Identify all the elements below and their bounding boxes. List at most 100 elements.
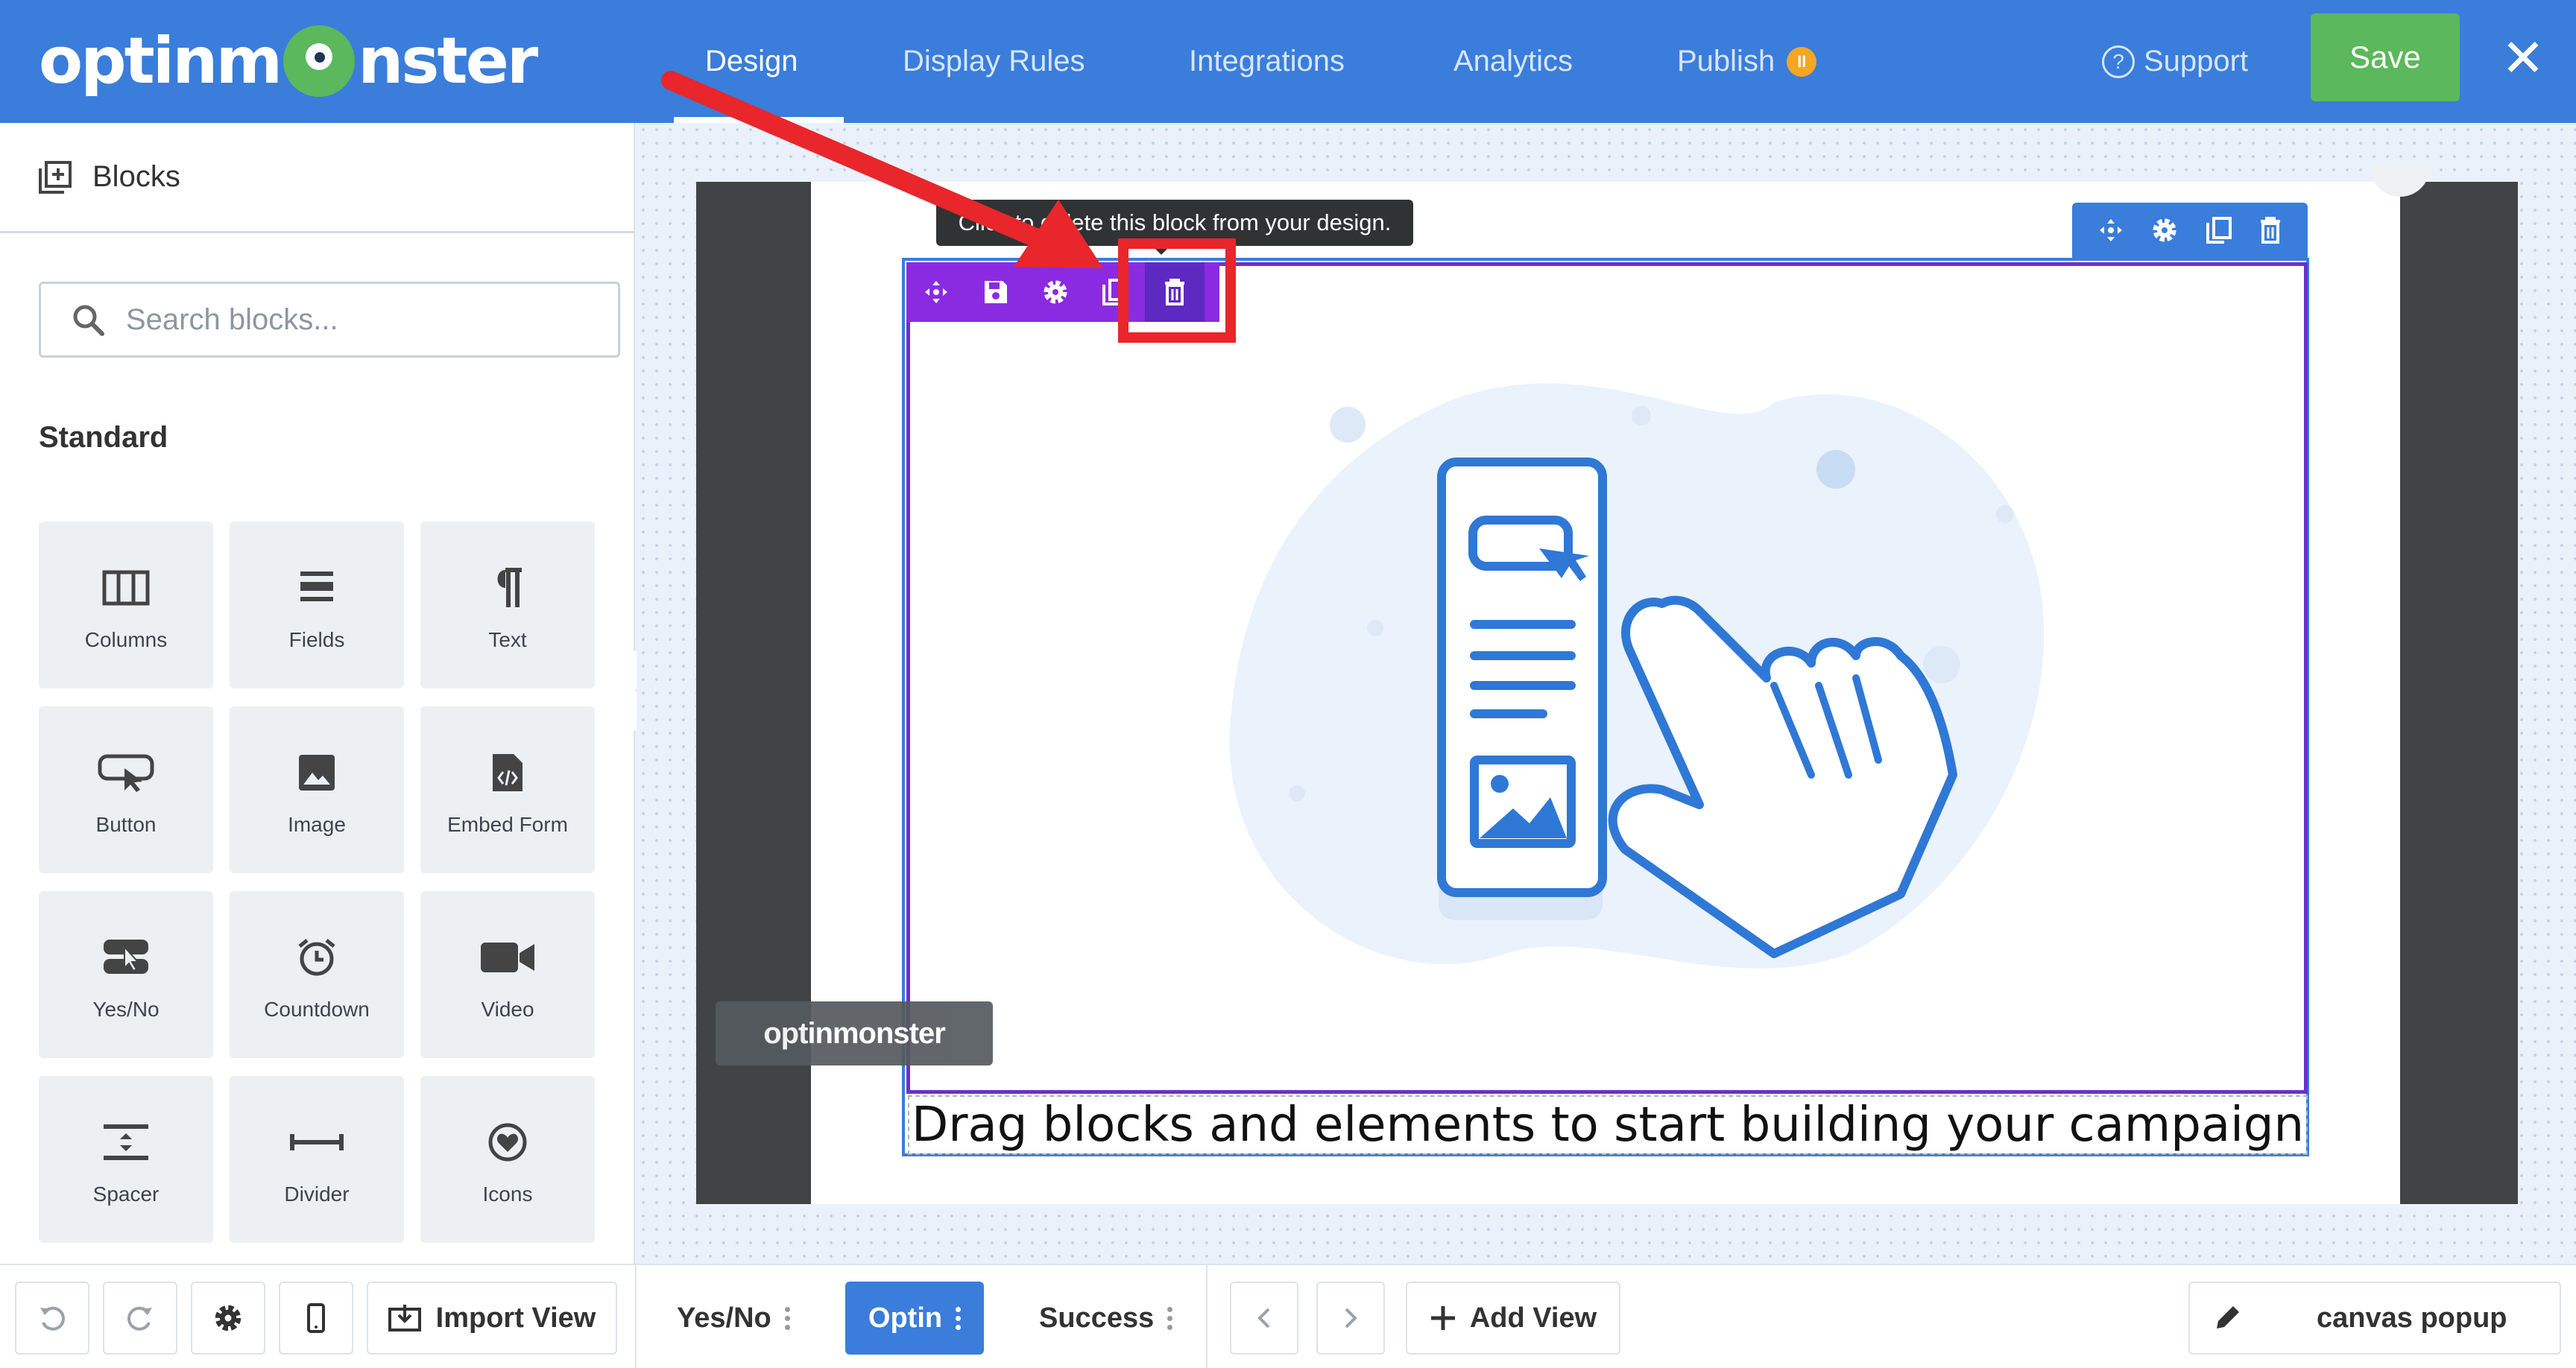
- pencil-icon: [2217, 1306, 2239, 1329]
- search-blocks-field[interactable]: [39, 282, 620, 358]
- view-tab-label: Success: [1039, 1302, 1155, 1334]
- view-tab-optin[interactable]: Optin: [845, 1282, 984, 1355]
- bottom-bar: Import View Yes/No Optin Success Add Vie…: [0, 1264, 2576, 1368]
- block-label: Countdown: [264, 998, 370, 1021]
- tab-analytics[interactable]: Analytics: [1453, 0, 1573, 123]
- chevron-right-icon: [1345, 1308, 1357, 1329]
- sidebar-header: Blocks: [0, 123, 635, 233]
- support-label: Support: [2144, 45, 2249, 77]
- heart-circle-icon: [487, 1112, 528, 1172]
- settings-button[interactable]: [191, 1282, 265, 1355]
- annotation-arrow: [661, 71, 1103, 268]
- block-yes-no[interactable]: Yes/No: [39, 891, 213, 1058]
- save-button[interactable]: Save: [2311, 13, 2460, 101]
- row-toolbar: [2072, 203, 2308, 258]
- duplicate-icon[interactable]: [2206, 217, 2232, 244]
- alarm-clock-icon: [297, 928, 337, 987]
- block-label: Spacer: [92, 1182, 160, 1206]
- block-image[interactable]: Image: [230, 706, 404, 873]
- gear-icon[interactable]: [2151, 217, 2178, 244]
- block-columns[interactable]: Columns: [39, 522, 213, 688]
- monster-eye-icon: [283, 25, 356, 97]
- block-label: Fields: [288, 628, 345, 651]
- embed-code-icon: [491, 743, 524, 802]
- canvas-name-button[interactable]: canvas popup: [2188, 1282, 2561, 1355]
- plus-icon: [1430, 1306, 1455, 1330]
- block-button[interactable]: Button: [39, 706, 213, 873]
- import-view-label: Import View: [435, 1302, 596, 1334]
- view-tab-success[interactable]: Success: [1039, 1282, 1173, 1355]
- block-text[interactable]: Text: [420, 522, 595, 688]
- block-label: Embed Form: [447, 813, 568, 836]
- block-divider[interactable]: Divider: [230, 1076, 404, 1243]
- optinmonster-logo[interactable]: optinm nster: [39, 16, 538, 106]
- canvas-name-label: canvas popup: [2317, 1302, 2507, 1334]
- logo-text-left: optinm: [39, 24, 282, 98]
- undo-button[interactable]: [15, 1282, 89, 1355]
- block-label: Video: [481, 998, 534, 1021]
- paragraph-icon: [490, 558, 525, 618]
- import-view-button[interactable]: Import View: [367, 1282, 617, 1355]
- sidebar-title: Blocks: [92, 160, 180, 193]
- block-spacer[interactable]: Spacer: [39, 1076, 213, 1243]
- tab-publish-label: Publish: [1677, 45, 1775, 77]
- block-label: Columns: [84, 628, 168, 651]
- optinmonster-watermark: optinmonster: [716, 1001, 993, 1065]
- more-vertical-icon[interactable]: [1167, 1306, 1173, 1330]
- block-label: Icons: [482, 1182, 533, 1206]
- view-tab-label: Optin: [868, 1302, 943, 1334]
- previous-view-button[interactable]: [1230, 1282, 1298, 1355]
- section-title-standard: Standard: [39, 421, 168, 454]
- support-link[interactable]: ? Support: [2102, 0, 2248, 123]
- help-circle-icon: ?: [2102, 45, 2135, 78]
- trash-icon[interactable]: [2259, 217, 2282, 244]
- annotation-highlight-box: [1118, 238, 1236, 343]
- gear-icon: [215, 1305, 242, 1331]
- view-tab-label: Yes/No: [677, 1302, 771, 1334]
- divider: [1206, 1265, 1208, 1368]
- import-icon: [388, 1305, 421, 1331]
- block-label: Yes/No: [92, 998, 160, 1021]
- undo-icon: [40, 1306, 65, 1331]
- block-video[interactable]: Video: [420, 891, 595, 1058]
- column-selection-outline[interactable]: [906, 262, 2308, 1094]
- canvas-caption[interactable]: Drag blocks and elements to start buildi…: [908, 1095, 2308, 1155]
- search-input[interactable]: [126, 303, 573, 337]
- block-label: Image: [288, 813, 346, 836]
- chevron-left-icon: [1257, 1308, 1270, 1329]
- block-embed-form[interactable]: Embed Form: [420, 706, 595, 873]
- pause-badge-icon: II: [1787, 46, 1817, 77]
- search-icon: [73, 305, 104, 336]
- add-view-label: Add View: [1469, 1302, 1597, 1334]
- fields-icon: [297, 558, 336, 618]
- video-camera-icon: [479, 928, 536, 987]
- block-label: Button: [95, 813, 157, 836]
- close-icon[interactable]: ✕: [2497, 30, 2549, 86]
- view-tab-yes-no[interactable]: Yes/No: [677, 1282, 790, 1355]
- block-label: Divider: [284, 1182, 350, 1206]
- block-countdown[interactable]: Countdown: [230, 891, 404, 1058]
- yes-no-icon: [102, 928, 150, 987]
- add-view-button[interactable]: Add View: [1406, 1282, 1620, 1355]
- logo-text-right: nster: [358, 24, 538, 98]
- mobile-phone-icon: [307, 1303, 325, 1333]
- next-view-button[interactable]: [1316, 1282, 1385, 1355]
- move-icon[interactable]: [2098, 218, 2124, 243]
- block-fields[interactable]: Fields: [230, 522, 404, 688]
- redo-button[interactable]: [103, 1282, 177, 1355]
- top-bar: optinm nster Design Display Rules Integr…: [0, 0, 2576, 123]
- add-block-icon: [39, 160, 72, 194]
- spacer-icon: [102, 1112, 150, 1172]
- block-label: Text: [488, 628, 527, 651]
- block-icons[interactable]: Icons: [420, 1076, 595, 1243]
- more-vertical-icon[interactable]: [784, 1306, 790, 1330]
- image-icon: [297, 743, 336, 802]
- tab-integrations[interactable]: Integrations: [1189, 0, 1345, 123]
- mobile-preview-button[interactable]: [279, 1282, 353, 1355]
- redo-icon: [127, 1306, 152, 1331]
- blocks-sidebar: Blocks Standard Columns Fields Text: [0, 123, 635, 1264]
- tab-publish[interactable]: Publish II: [1677, 0, 1817, 123]
- more-vertical-icon[interactable]: [956, 1306, 962, 1330]
- button-cursor-icon: [98, 743, 154, 802]
- divider-icon: [288, 1112, 345, 1172]
